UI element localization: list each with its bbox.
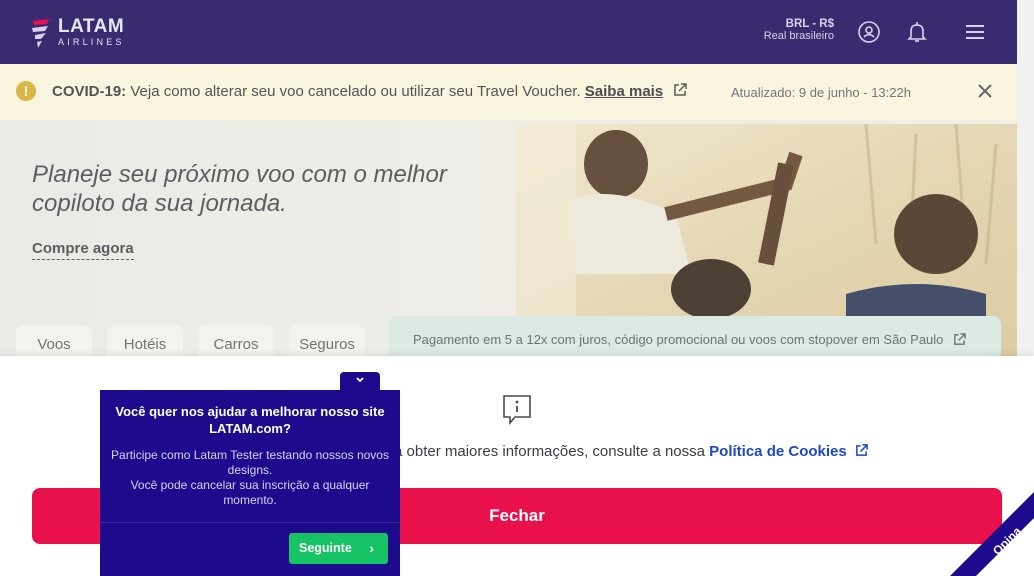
survey-popup: Você quer nos ajudar a melhorar nosso si… xyxy=(100,390,400,576)
logo-subtext: AIRLINES xyxy=(58,37,125,47)
menu-icon[interactable] xyxy=(963,20,987,44)
covid-text: Veja como alterar seu voo cancelado ou u… xyxy=(130,83,581,100)
tab-hoteis[interactable]: Hotéis xyxy=(107,325,183,360)
opina-feedback-tab[interactable]: Opina xyxy=(944,492,1034,576)
covid-updated: Atualizado: 9 de junho - 13:22h xyxy=(731,85,911,100)
survey-body-line1: Participe como Latam Tester testando nos… xyxy=(111,448,389,477)
promo-banner[interactable]: Pagamento em 5 a 12x com juros, código p… xyxy=(389,316,1001,360)
cookie-text: a obter maiores informações, consulte a … xyxy=(394,443,868,460)
warning-icon: ! xyxy=(16,81,36,101)
tab-carros[interactable]: Carros xyxy=(198,325,274,360)
seguinte-label: Seguinte xyxy=(299,541,352,555)
chevron-down-icon xyxy=(356,377,364,383)
divider xyxy=(100,522,400,523)
account-icon[interactable] xyxy=(857,20,881,44)
tab-seguros[interactable]: Seguros xyxy=(289,325,365,360)
scrollbar[interactable] xyxy=(1017,0,1034,356)
close-icon[interactable] xyxy=(976,82,994,100)
bell-icon[interactable] xyxy=(905,20,929,44)
currency-code: BRL - R$ xyxy=(785,18,834,30)
survey-collapse-button[interactable] xyxy=(340,372,380,392)
logo-text: LATAM xyxy=(58,16,125,37)
hero-title: Planeje seu próximo voo com o melhor cop… xyxy=(32,161,447,217)
currency-name: Real brasileiro xyxy=(763,30,834,42)
saiba-mais-link[interactable]: Saiba mais xyxy=(585,83,663,100)
latam-logo-icon xyxy=(32,19,49,48)
promo-text: Pagamento em 5 a 12x com juros, código p… xyxy=(413,332,944,347)
tab-voos[interactable]: Voos xyxy=(16,325,92,360)
info-message-icon xyxy=(503,395,531,425)
external-link-icon xyxy=(954,333,966,345)
external-link-icon[interactable] xyxy=(673,83,688,97)
survey-body-line2: Você pode cancelar sua inscrição a qualq… xyxy=(130,478,370,507)
covid-banner: ! COVID-19: Veja como alterar seu voo ca… xyxy=(0,64,1017,120)
top-header: LATAM AIRLINES BRL - R$ Real brasileiro xyxy=(0,0,1017,64)
survey-body: Participe como Latam Tester testando nos… xyxy=(110,448,390,508)
seguinte-button[interactable]: Seguinte › xyxy=(289,533,388,564)
latam-logo[interactable]: LATAM AIRLINES xyxy=(30,16,125,50)
compre-agora-link[interactable]: Compre agora xyxy=(32,240,134,260)
covid-message: COVID-19: Veja como alterar seu voo canc… xyxy=(52,83,688,100)
hero-section: Planeje seu próximo voo com o melhor cop… xyxy=(0,120,1017,360)
survey-title: Você quer nos ajudar a melhorar nosso si… xyxy=(115,404,385,436)
covid-label: COVID-19: xyxy=(52,83,127,100)
currency-selector[interactable]: BRL - R$ Real brasileiro xyxy=(752,18,834,42)
cookie-message: a obter maiores informações, consulte a … xyxy=(394,443,705,460)
cookie-policy-link[interactable]: Política de Cookies xyxy=(709,443,847,460)
external-link-icon[interactable] xyxy=(855,444,868,457)
chevron-right-icon: › xyxy=(369,540,374,556)
